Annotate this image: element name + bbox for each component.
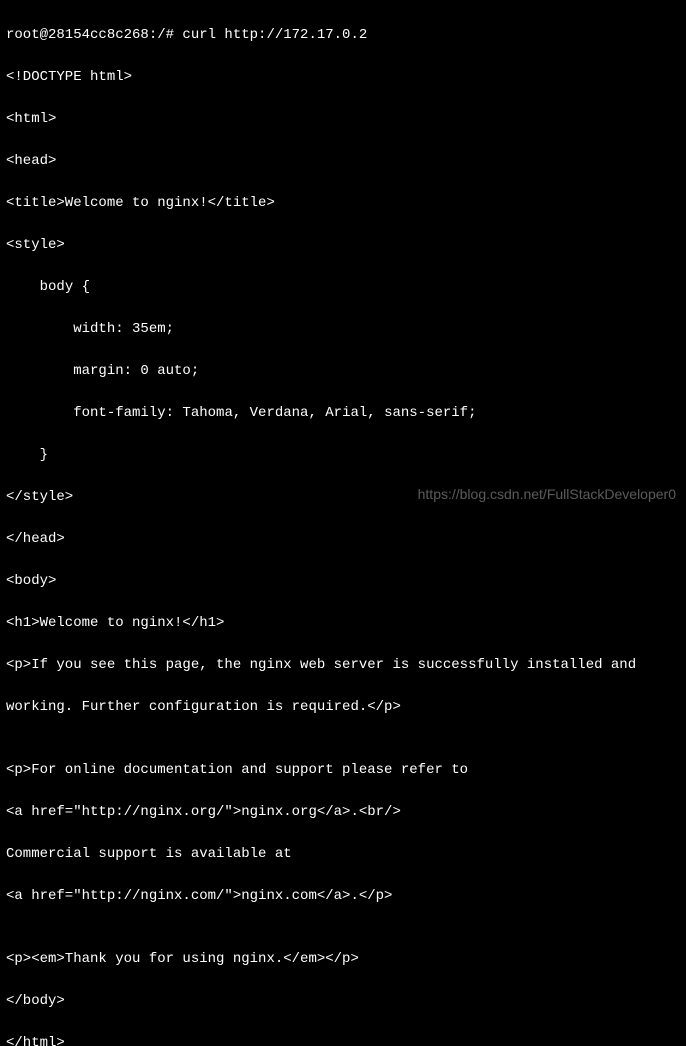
output-line: <style> <box>6 235 680 256</box>
output-line: </html> <box>6 1033 680 1046</box>
output-line: width: 35em; <box>6 319 680 340</box>
output-line: } <box>6 445 680 466</box>
output-line: <h1>Welcome to nginx!</h1> <box>6 613 680 634</box>
output-line: </body> <box>6 991 680 1012</box>
output-line: <title>Welcome to nginx!</title> <box>6 193 680 214</box>
output-line: </head> <box>6 529 680 550</box>
output-line: margin: 0 auto; <box>6 361 680 382</box>
output-line: <head> <box>6 151 680 172</box>
output-line: <html> <box>6 109 680 130</box>
output-line: <p>If you see this page, the nginx web s… <box>6 655 680 676</box>
output-line: working. Further configuration is requir… <box>6 697 680 718</box>
command-line-1: root@28154cc8c268:/# curl http://172.17.… <box>6 25 680 46</box>
terminal-window[interactable]: root@28154cc8c268:/# curl http://172.17.… <box>6 4 680 1046</box>
output-line: <a href="http://nginx.com/">nginx.com</a… <box>6 886 680 907</box>
output-line: <p><em>Thank you for using nginx.</em></… <box>6 949 680 970</box>
output-line: <body> <box>6 571 680 592</box>
output-line: Commercial support is available at <box>6 844 680 865</box>
output-line: font-family: Tahoma, Verdana, Arial, san… <box>6 403 680 424</box>
output-line: <p>For online documentation and support … <box>6 760 680 781</box>
output-line: <!DOCTYPE html> <box>6 67 680 88</box>
output-line: body { <box>6 277 680 298</box>
watermark-text: https://blog.csdn.net/FullStackDeveloper… <box>418 484 676 505</box>
output-line: <a href="http://nginx.org/">nginx.org</a… <box>6 802 680 823</box>
